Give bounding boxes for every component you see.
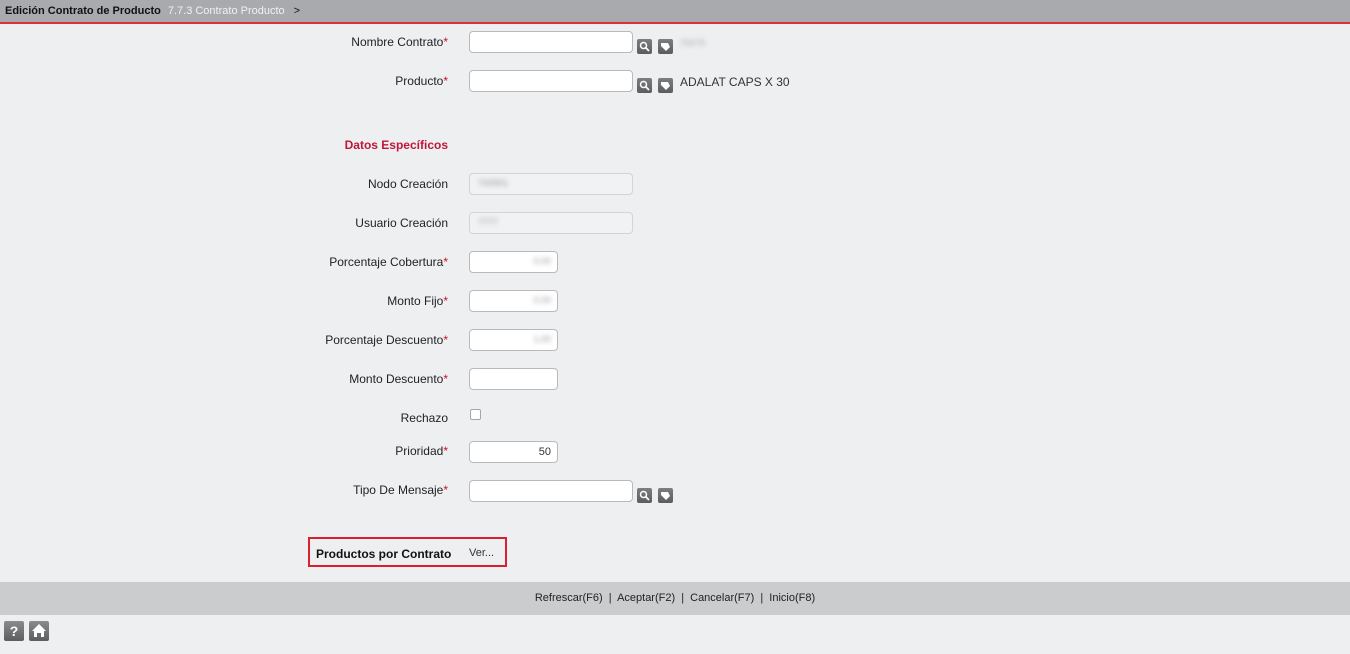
- ver-link[interactable]: Ver...: [469, 547, 494, 559]
- search-icon[interactable]: [637, 488, 652, 503]
- breadcrumb[interactable]: 7.7.3 Contrato Producto: [168, 5, 285, 17]
- tipo-mensaje-input[interactable]: [469, 480, 633, 502]
- usuario-creacion-field: 7777: [469, 212, 633, 234]
- eraser-icon[interactable]: [658, 39, 673, 54]
- footer-separator: |: [760, 592, 764, 604]
- cancelar-link[interactable]: Cancelar(F7): [690, 592, 754, 604]
- search-icon[interactable]: [637, 39, 652, 54]
- monto-fijo-label: Monto Fijo*: [387, 294, 448, 308]
- producto-label: Producto*: [395, 74, 448, 88]
- page-title: Edición Contrato de Producto: [5, 5, 161, 17]
- tipo-mensaje-label: Tipo De Mensaje*: [353, 483, 448, 497]
- footer-actions: Refrescar(F6) | Aceptar(F2) | Cancelar(F…: [0, 582, 1350, 615]
- nodo-creacion-label: Nodo Creación: [367, 177, 448, 191]
- breadcrumb-separator: >: [293, 5, 301, 17]
- search-icon[interactable]: [637, 78, 652, 93]
- nombre-contrato-input[interactable]: [469, 31, 633, 53]
- monto-fijo-input[interactable]: 0,00: [469, 290, 558, 312]
- porcentaje-cobertura-label: Porcentaje Cobertura*: [329, 255, 448, 269]
- inicio-link[interactable]: Inicio(F8): [769, 592, 815, 604]
- prioridad-input[interactable]: 50: [469, 441, 558, 463]
- porcentaje-cobertura-input[interactable]: 0,00: [469, 251, 558, 273]
- porcentaje-descuento-label: Porcentaje Descuento*: [325, 333, 448, 347]
- refrescar-link[interactable]: Refrescar(F6): [535, 592, 603, 604]
- eraser-icon[interactable]: [658, 78, 673, 93]
- home-icon[interactable]: [29, 621, 49, 641]
- footer-separator: |: [681, 592, 685, 604]
- monto-descuento-label: Monto Descuento*: [349, 372, 448, 386]
- producto-input[interactable]: [469, 70, 633, 92]
- eraser-icon[interactable]: [658, 488, 673, 503]
- producto-description: ADALAT CAPS X 30: [680, 75, 790, 89]
- footer-separator: |: [608, 592, 612, 604]
- title-bar: Edición Contrato de Producto 7.7.3 Contr…: [0, 0, 1350, 24]
- porcentaje-descuento-input[interactable]: 1,00: [469, 329, 558, 351]
- nombre-contrato-label: Nombre Contrato*: [351, 35, 448, 49]
- svg-text:?: ?: [10, 623, 19, 639]
- help-icon[interactable]: ?: [4, 621, 24, 641]
- aceptar-link[interactable]: Aceptar(F2): [617, 592, 675, 604]
- nodo-creacion-field: 700901: [469, 173, 633, 195]
- prioridad-label: Prioridad*: [395, 444, 448, 458]
- section-title-datos-especificos: Datos Específicos: [344, 138, 448, 152]
- productos-por-contrato-box: Productos por Contrato Ver...: [308, 537, 507, 567]
- monto-descuento-input[interactable]: [469, 368, 558, 390]
- rechazo-checkbox[interactable]: [470, 409, 481, 420]
- rechazo-label: Rechazo: [400, 411, 448, 425]
- nombre-contrato-description: 70079: [680, 38, 706, 48]
- usuario-creacion-label: Usuario Creación: [355, 216, 448, 230]
- productos-por-contrato-label: Productos por Contrato: [316, 547, 452, 561]
